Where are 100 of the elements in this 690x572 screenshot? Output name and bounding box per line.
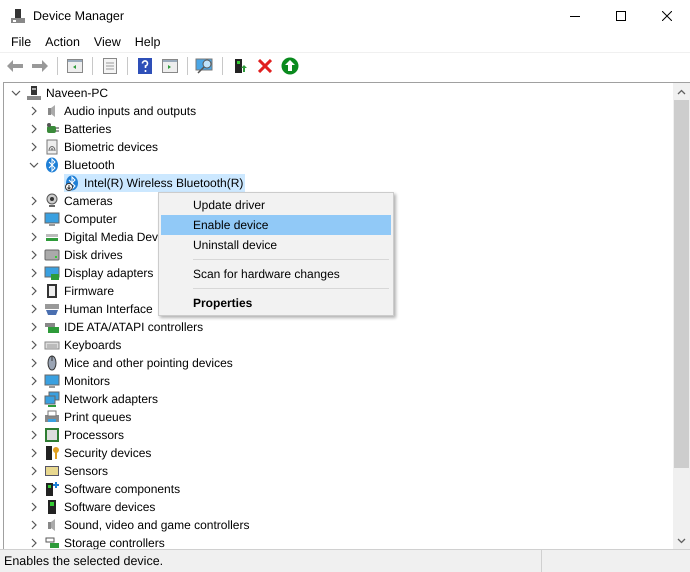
processor-icon <box>44 427 60 443</box>
chevron-icon[interactable] <box>29 376 39 386</box>
window-title: Device Manager <box>33 9 124 23</box>
chevron-icon[interactable] <box>29 520 39 530</box>
tree-item-label: Display adapters <box>64 266 154 280</box>
tree-item[interactable]: Naveen-PC <box>26 84 110 102</box>
tree-item[interactable]: Sensors <box>44 462 110 480</box>
tree-item[interactable]: Monitors <box>44 372 112 390</box>
tree-item[interactable]: Mice and other pointing devices <box>44 354 235 372</box>
tree-item-label: Monitors <box>64 374 110 388</box>
tree-item[interactable]: Audio inputs and outputs <box>44 102 198 120</box>
tree-item-label: Processors <box>64 428 124 442</box>
chevron-icon[interactable] <box>29 322 39 332</box>
chevron-icon[interactable] <box>29 412 39 422</box>
tree-item-label: Network adapters <box>64 392 158 406</box>
tree-item[interactable]: Security devices <box>44 444 154 462</box>
monitor-icon <box>44 373 60 389</box>
tree-item-label: Computer <box>64 212 117 226</box>
chevron-icon[interactable] <box>29 394 39 404</box>
tree-item-label: Security devices <box>64 446 152 460</box>
monitor-icon <box>44 211 60 227</box>
tree-item-label: Sensors <box>64 464 108 478</box>
chevron-icon[interactable] <box>29 214 39 224</box>
chevron-icon[interactable] <box>29 502 39 512</box>
tree-item-label: Human Interface <box>64 302 153 316</box>
chevron-icon[interactable] <box>29 232 39 242</box>
fingerprint-icon <box>44 139 60 155</box>
tree-item-label: Biometric devices <box>64 140 158 154</box>
context-menu-item[interactable]: Enable device <box>161 215 391 235</box>
chevron-icon[interactable] <box>29 160 39 170</box>
tree-item[interactable]: IDE ATA/ATAPI controllers <box>44 318 206 336</box>
tree-item-label: Software devices <box>64 500 156 514</box>
webcam-icon <box>44 193 60 209</box>
chevron-icon[interactable] <box>29 484 39 494</box>
tree-item-label: Print queues <box>64 410 132 424</box>
computer-icon <box>26 85 42 101</box>
tree-item[interactable]: Intel(R) Wireless Bluetooth(R) <box>64 174 246 192</box>
context-menu-item[interactable]: Update driver <box>161 195 391 215</box>
tree-item[interactable]: Network adapters <box>44 390 160 408</box>
tree-item-label: Bluetooth <box>64 158 115 172</box>
tree-item-label: Intel(R) Wireless Bluetooth(R) <box>84 176 244 190</box>
chevron-icon[interactable] <box>29 268 39 278</box>
tree-item[interactable]: Software components <box>44 480 182 498</box>
chevron-icon[interactable] <box>29 196 39 206</box>
chevron-icon[interactable] <box>29 304 39 314</box>
tree-item-label: Firmware <box>64 284 114 298</box>
menu-item[interactable]: File <box>4 33 38 51</box>
drive-icon <box>44 247 60 263</box>
tree-item[interactable]: Cameras <box>44 192 115 210</box>
chip-icon <box>44 283 60 299</box>
tree-item[interactable]: Firmware <box>44 282 116 300</box>
tree-item[interactable]: Batteries <box>44 120 114 138</box>
tree-item[interactable]: Sound, video and game controllers <box>44 516 252 534</box>
chevron-icon[interactable] <box>29 340 39 350</box>
software-component-icon <box>44 481 60 497</box>
context-menu-item[interactable]: Properties <box>161 293 391 313</box>
scrollbar[interactable] <box>673 83 690 549</box>
tree-item-label: Disk drives <box>64 248 123 262</box>
tree-item[interactable]: Digital Media Dev <box>44 228 160 246</box>
chevron-icon[interactable] <box>29 466 39 476</box>
tree-item[interactable]: Human Interface <box>44 300 155 318</box>
chevron-icon[interactable] <box>11 88 21 98</box>
tree-item[interactable]: Bluetooth <box>44 156 117 174</box>
close-icon <box>662 11 672 21</box>
context-menu-item[interactable]: Scan for hardware changes <box>161 264 391 284</box>
device-update-icon <box>232 58 248 74</box>
chevron-icon[interactable] <box>29 538 39 548</box>
enable-device-button[interactable] <box>279 55 301 77</box>
scroll-up-icon[interactable] <box>677 88 686 94</box>
context-menu-item[interactable]: Uninstall device <box>161 235 391 255</box>
menu-item[interactable]: View <box>86 33 128 51</box>
chevron-icon[interactable] <box>29 106 39 116</box>
chevron-icon[interactable] <box>29 142 39 152</box>
tree-item[interactable]: Software devices <box>44 498 158 516</box>
tree-item-label: Batteries <box>64 122 112 136</box>
network-icon <box>44 391 60 407</box>
tree-item-label: Mice and other pointing devices <box>64 356 233 370</box>
tree-item-label: Naveen-PC <box>46 86 108 100</box>
printer-icon <box>44 409 60 425</box>
tree-item[interactable]: Processors <box>44 426 126 444</box>
tree-item[interactable]: Print queues <box>44 408 134 426</box>
tree-item[interactable]: Display adapters <box>44 264 156 282</box>
tree-item[interactable]: Keyboards <box>44 336 124 354</box>
tree-item[interactable]: Biometric devices <box>44 138 160 156</box>
tree-item[interactable]: Disk drives <box>44 246 125 264</box>
chevron-icon[interactable] <box>29 124 39 134</box>
chevron-icon[interactable] <box>29 250 39 260</box>
chevron-icon[interactable] <box>29 286 39 296</box>
storage-controller-icon <box>44 535 60 549</box>
scroll-down-icon[interactable] <box>677 538 686 544</box>
key-lock-icon <box>44 445 60 461</box>
chevron-icon[interactable] <box>29 430 39 440</box>
tree-item-label: Cameras <box>64 194 113 208</box>
bluetooth-icon <box>44 157 60 173</box>
chevron-icon[interactable] <box>29 358 39 368</box>
bluetooth-disabled-icon <box>64 175 80 191</box>
chevron-icon[interactable] <box>29 448 39 458</box>
tree-item[interactable]: Computer <box>44 210 119 228</box>
menu-item[interactable]: Help <box>128 33 168 51</box>
menu-item[interactable]: Action <box>38 33 87 51</box>
